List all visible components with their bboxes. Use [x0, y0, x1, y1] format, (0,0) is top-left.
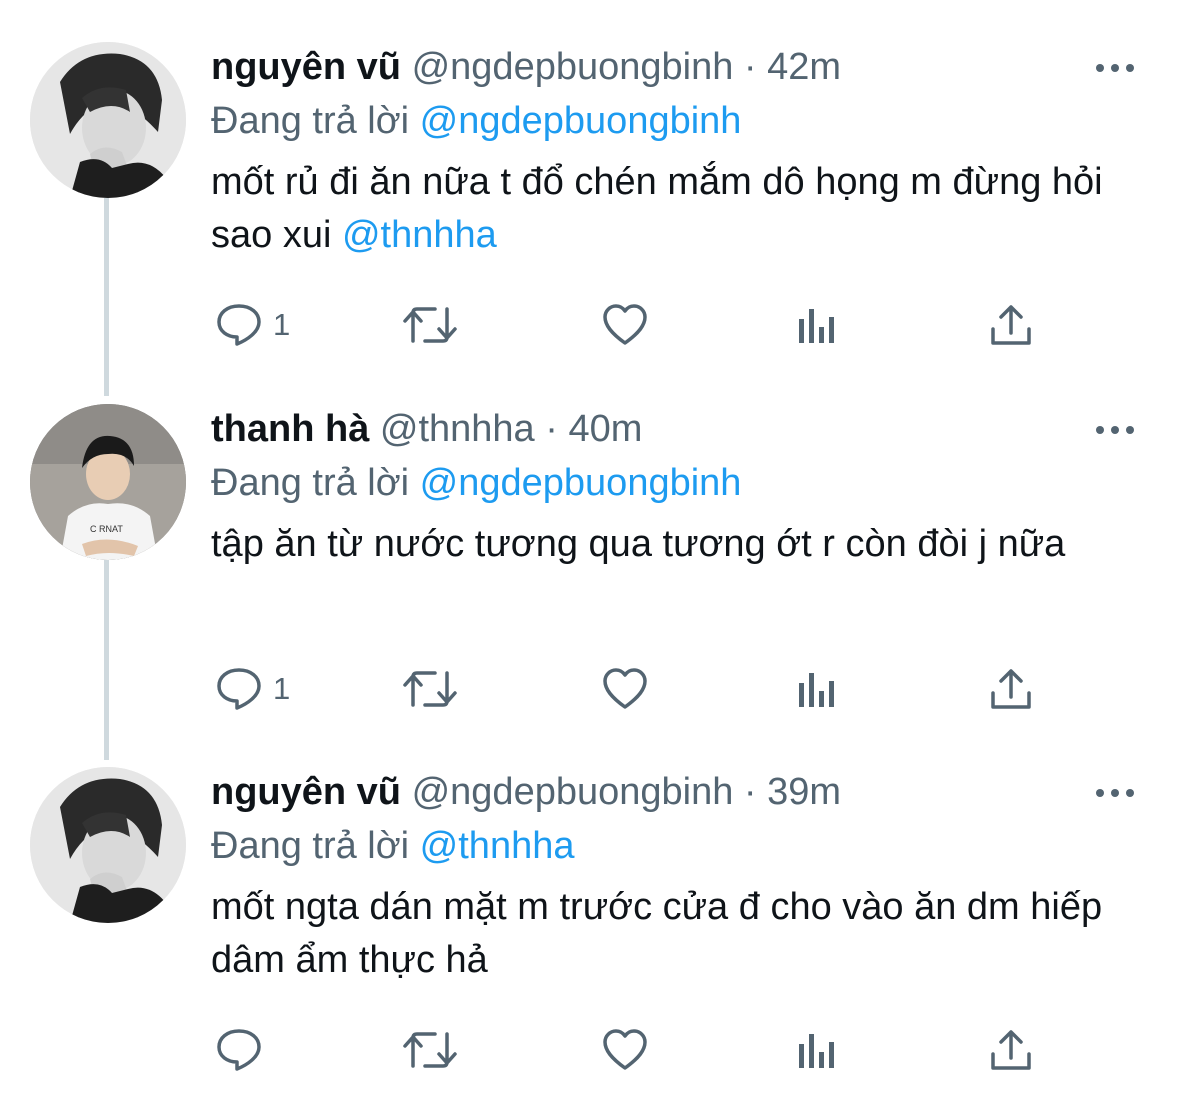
separator-dot: ·	[743, 771, 757, 813]
reply-button[interactable]: 1	[215, 664, 290, 714]
tweet-header: nguyên vũ @ngdepbuongbinh · 39m	[211, 769, 841, 815]
like-button[interactable]	[601, 664, 649, 714]
analytics-button[interactable]	[797, 300, 837, 350]
reply-button[interactable]	[215, 1025, 273, 1075]
reply-icon	[217, 304, 261, 346]
action-bar	[211, 1025, 1071, 1075]
tweet-body: tập ăn từ nước tương qua tương ớt r còn …	[211, 523, 1066, 565]
replying-to: Đang trả lời @ngdepbuongbinh	[211, 98, 741, 144]
like-button[interactable]	[601, 1025, 649, 1075]
timestamp[interactable]: 39m	[767, 771, 841, 813]
avatar[interactable]	[30, 42, 186, 198]
replying-to-handle[interactable]: @ngdepbuongbinh	[420, 100, 742, 142]
user-handle[interactable]: @ngdepbuongbinh	[412, 46, 734, 88]
reply-count: 1	[273, 671, 291, 706]
separator-dot: ·	[545, 408, 558, 450]
svg-text:C RNAT: C RNAT	[90, 524, 123, 534]
user-handle[interactable]: @thnhha	[380, 408, 535, 450]
avatar[interactable]: C RNAT	[30, 404, 186, 560]
tweet-text: mốt rủ đi ăn nữa t đổ chén mắm dô họng m…	[211, 156, 1111, 262]
display-name[interactable]: thanh hà	[211, 408, 369, 450]
analytics-button[interactable]	[797, 1025, 837, 1075]
action-bar: 1	[211, 300, 1071, 350]
mention-link[interactable]: @thnhha	[342, 214, 497, 256]
user-handle[interactable]: @ngdepbuongbinh	[412, 771, 734, 813]
retweet-button[interactable]	[401, 664, 459, 714]
display-name[interactable]: nguyên vũ	[211, 46, 401, 88]
tweet-header: nguyên vũ @ngdepbuongbinh · 42m	[211, 44, 841, 90]
replying-prefix: Đang trả lời	[211, 100, 410, 142]
avatar-photo-color: C RNAT	[30, 404, 186, 560]
share-icon	[991, 305, 1031, 345]
retweet-icon	[403, 1032, 457, 1068]
analytics-button[interactable]	[797, 664, 837, 714]
retweet-button[interactable]	[401, 300, 459, 350]
avatar-photo-bw	[30, 42, 186, 198]
timestamp[interactable]: 42m	[767, 46, 841, 88]
analytics-icon	[799, 1034, 834, 1068]
replying-prefix: Đang trả lời	[211, 825, 410, 867]
tweet[interactable]: nguyên vũ @ngdepbuongbinh · 39m Đang trả…	[0, 767, 1179, 1095]
tweet-text: tập ăn từ nước tương qua tương ớt r còn …	[211, 518, 1111, 571]
replying-to: Đang trả lời @thnhha	[211, 823, 574, 869]
retweet-icon	[403, 671, 457, 707]
more-options-icon[interactable]	[1095, 787, 1135, 799]
reply-icon	[217, 668, 261, 710]
more-options-icon[interactable]	[1095, 424, 1135, 436]
replying-to: Đang trả lời @ngdepbuongbinh	[211, 460, 741, 506]
analytics-icon	[799, 309, 834, 343]
share-button[interactable]	[989, 300, 1033, 350]
tweet-text: mốt ngta dán mặt m trước cửa đ cho vào ă…	[211, 881, 1111, 987]
tweet-header: thanh hà @thnhha · 40m	[211, 406, 642, 452]
replying-to-handle[interactable]: @thnhha	[420, 825, 575, 867]
avatar[interactable]	[30, 767, 186, 923]
like-icon	[603, 304, 647, 345]
more-options-icon[interactable]	[1095, 62, 1135, 74]
retweet-button[interactable]	[401, 1025, 459, 1075]
share-button[interactable]	[989, 1025, 1033, 1075]
action-bar: 1	[211, 664, 1071, 714]
like-icon	[603, 1029, 647, 1070]
display-name[interactable]: nguyên vũ	[211, 771, 401, 813]
avatar-photo-bw	[30, 767, 186, 923]
replying-prefix: Đang trả lời	[211, 462, 410, 504]
timestamp[interactable]: 40m	[568, 408, 642, 450]
like-icon	[603, 668, 647, 709]
reply-button[interactable]: 1	[215, 300, 290, 350]
tweet-body: mốt ngta dán mặt m trước cửa đ cho vào ă…	[211, 886, 1103, 981]
tweet[interactable]: C RNAT thanh hà @thnhha · 40m Đang trả l…	[0, 404, 1179, 744]
tweet[interactable]: nguyên vũ @ngdepbuongbinh · 42m Đang trả…	[0, 42, 1179, 382]
share-icon	[991, 669, 1031, 709]
analytics-icon	[799, 673, 834, 707]
share-button[interactable]	[989, 664, 1033, 714]
separator-dot: ·	[743, 46, 757, 88]
reply-count: 1	[273, 307, 291, 342]
share-icon	[991, 1030, 1031, 1070]
reply-icon	[217, 1029, 261, 1071]
replying-to-handle[interactable]: @ngdepbuongbinh	[420, 462, 742, 504]
like-button[interactable]	[601, 300, 649, 350]
retweet-icon	[403, 307, 457, 343]
